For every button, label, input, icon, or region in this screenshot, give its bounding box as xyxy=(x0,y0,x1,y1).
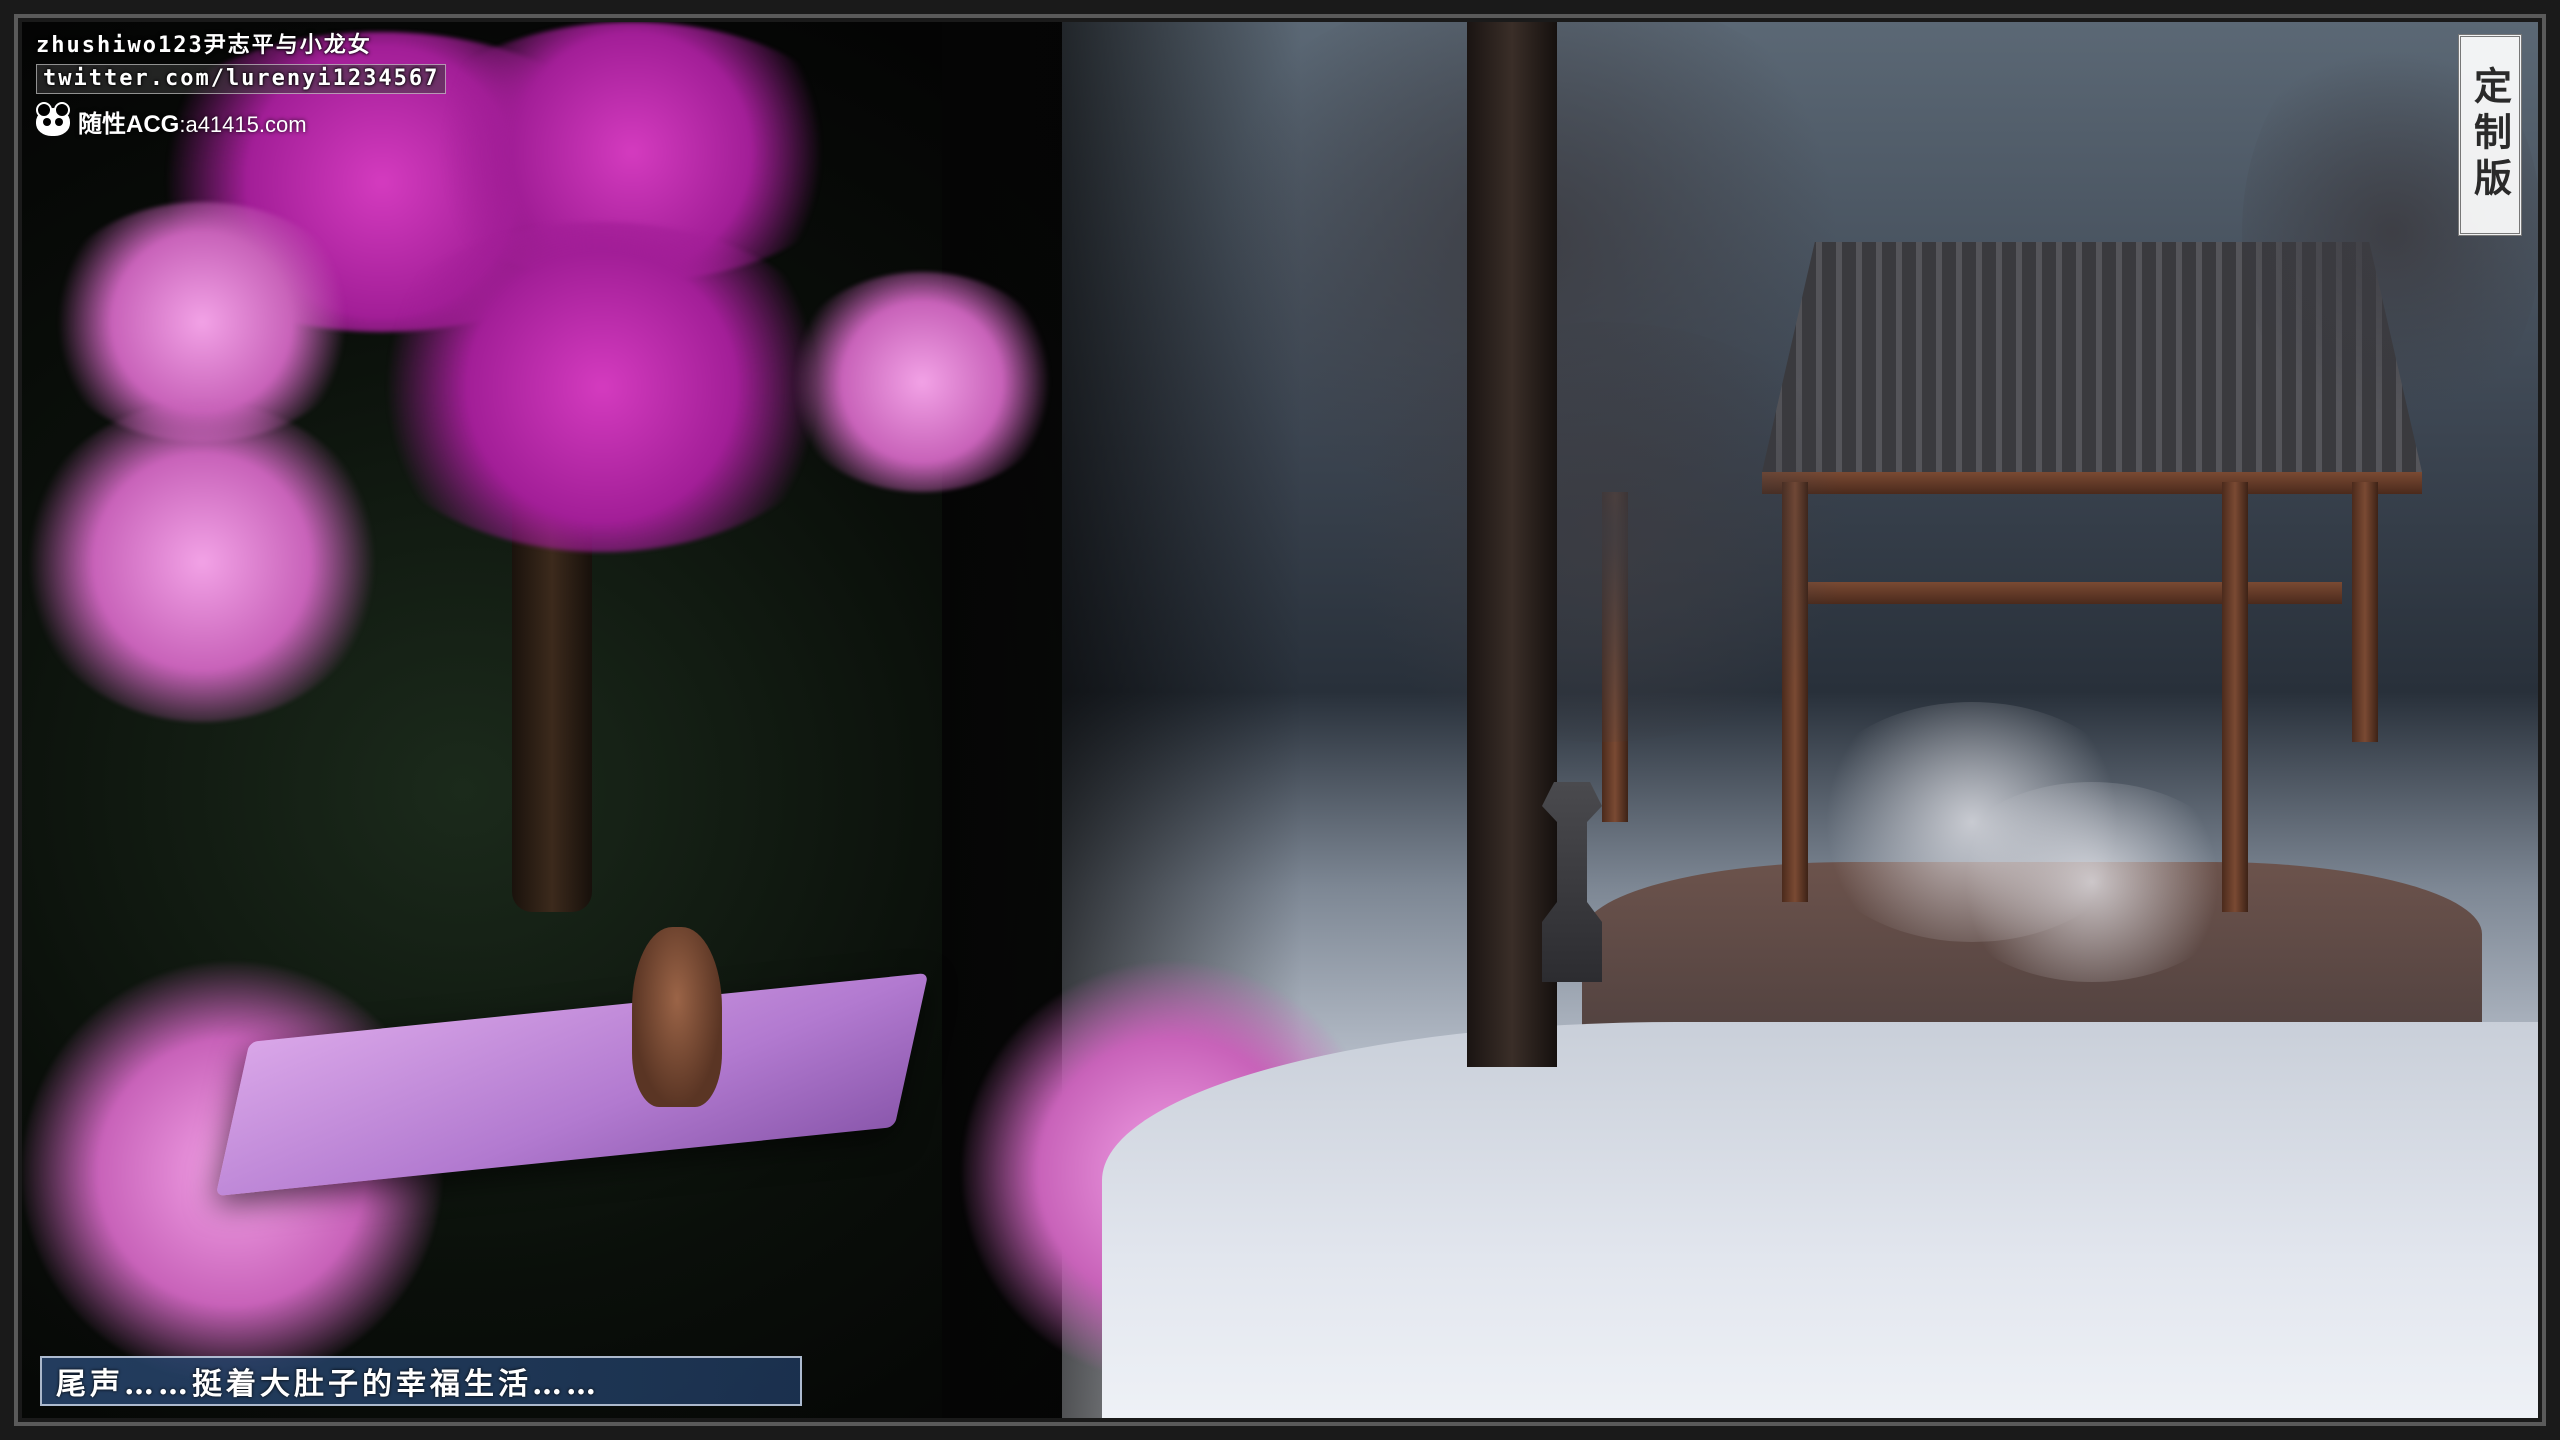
pine-tree-trunk xyxy=(1467,22,1557,1067)
edition-badge: 定制版 xyxy=(2458,34,2522,236)
site-domain: :a41415.com xyxy=(179,112,307,137)
caption-text: 尾声……挺着大肚子的幸福生活…… xyxy=(56,1367,600,1402)
panda-icon xyxy=(36,101,70,136)
watermark-title: zhushiwo123尹志平与小龙女 xyxy=(36,33,372,58)
site-text: 随性ACG:a41415.com xyxy=(78,104,307,139)
blossom-cluster xyxy=(782,272,1062,492)
blossom-cluster xyxy=(352,222,852,552)
illustration-scene xyxy=(22,22,2538,1418)
steam-cloud xyxy=(1942,782,2242,982)
pavilion-post xyxy=(2352,482,2378,742)
caption-bar: 尾声……挺着大肚子的幸福生活…… xyxy=(40,1356,802,1406)
watermark: zhushiwo123尹志平与小龙女 twitter.com/lurenyi12… xyxy=(36,32,447,139)
watermark-twitter: twitter.com/lurenyi1234567 xyxy=(36,64,447,94)
pine-branches xyxy=(1322,322,1882,742)
site-brand: 随性ACG xyxy=(78,111,180,138)
snow-ground xyxy=(1102,1022,2538,1418)
blossom-cluster xyxy=(22,402,382,722)
site-watermark: 随性ACG:a41415.com xyxy=(36,101,446,139)
figure xyxy=(632,927,722,1107)
